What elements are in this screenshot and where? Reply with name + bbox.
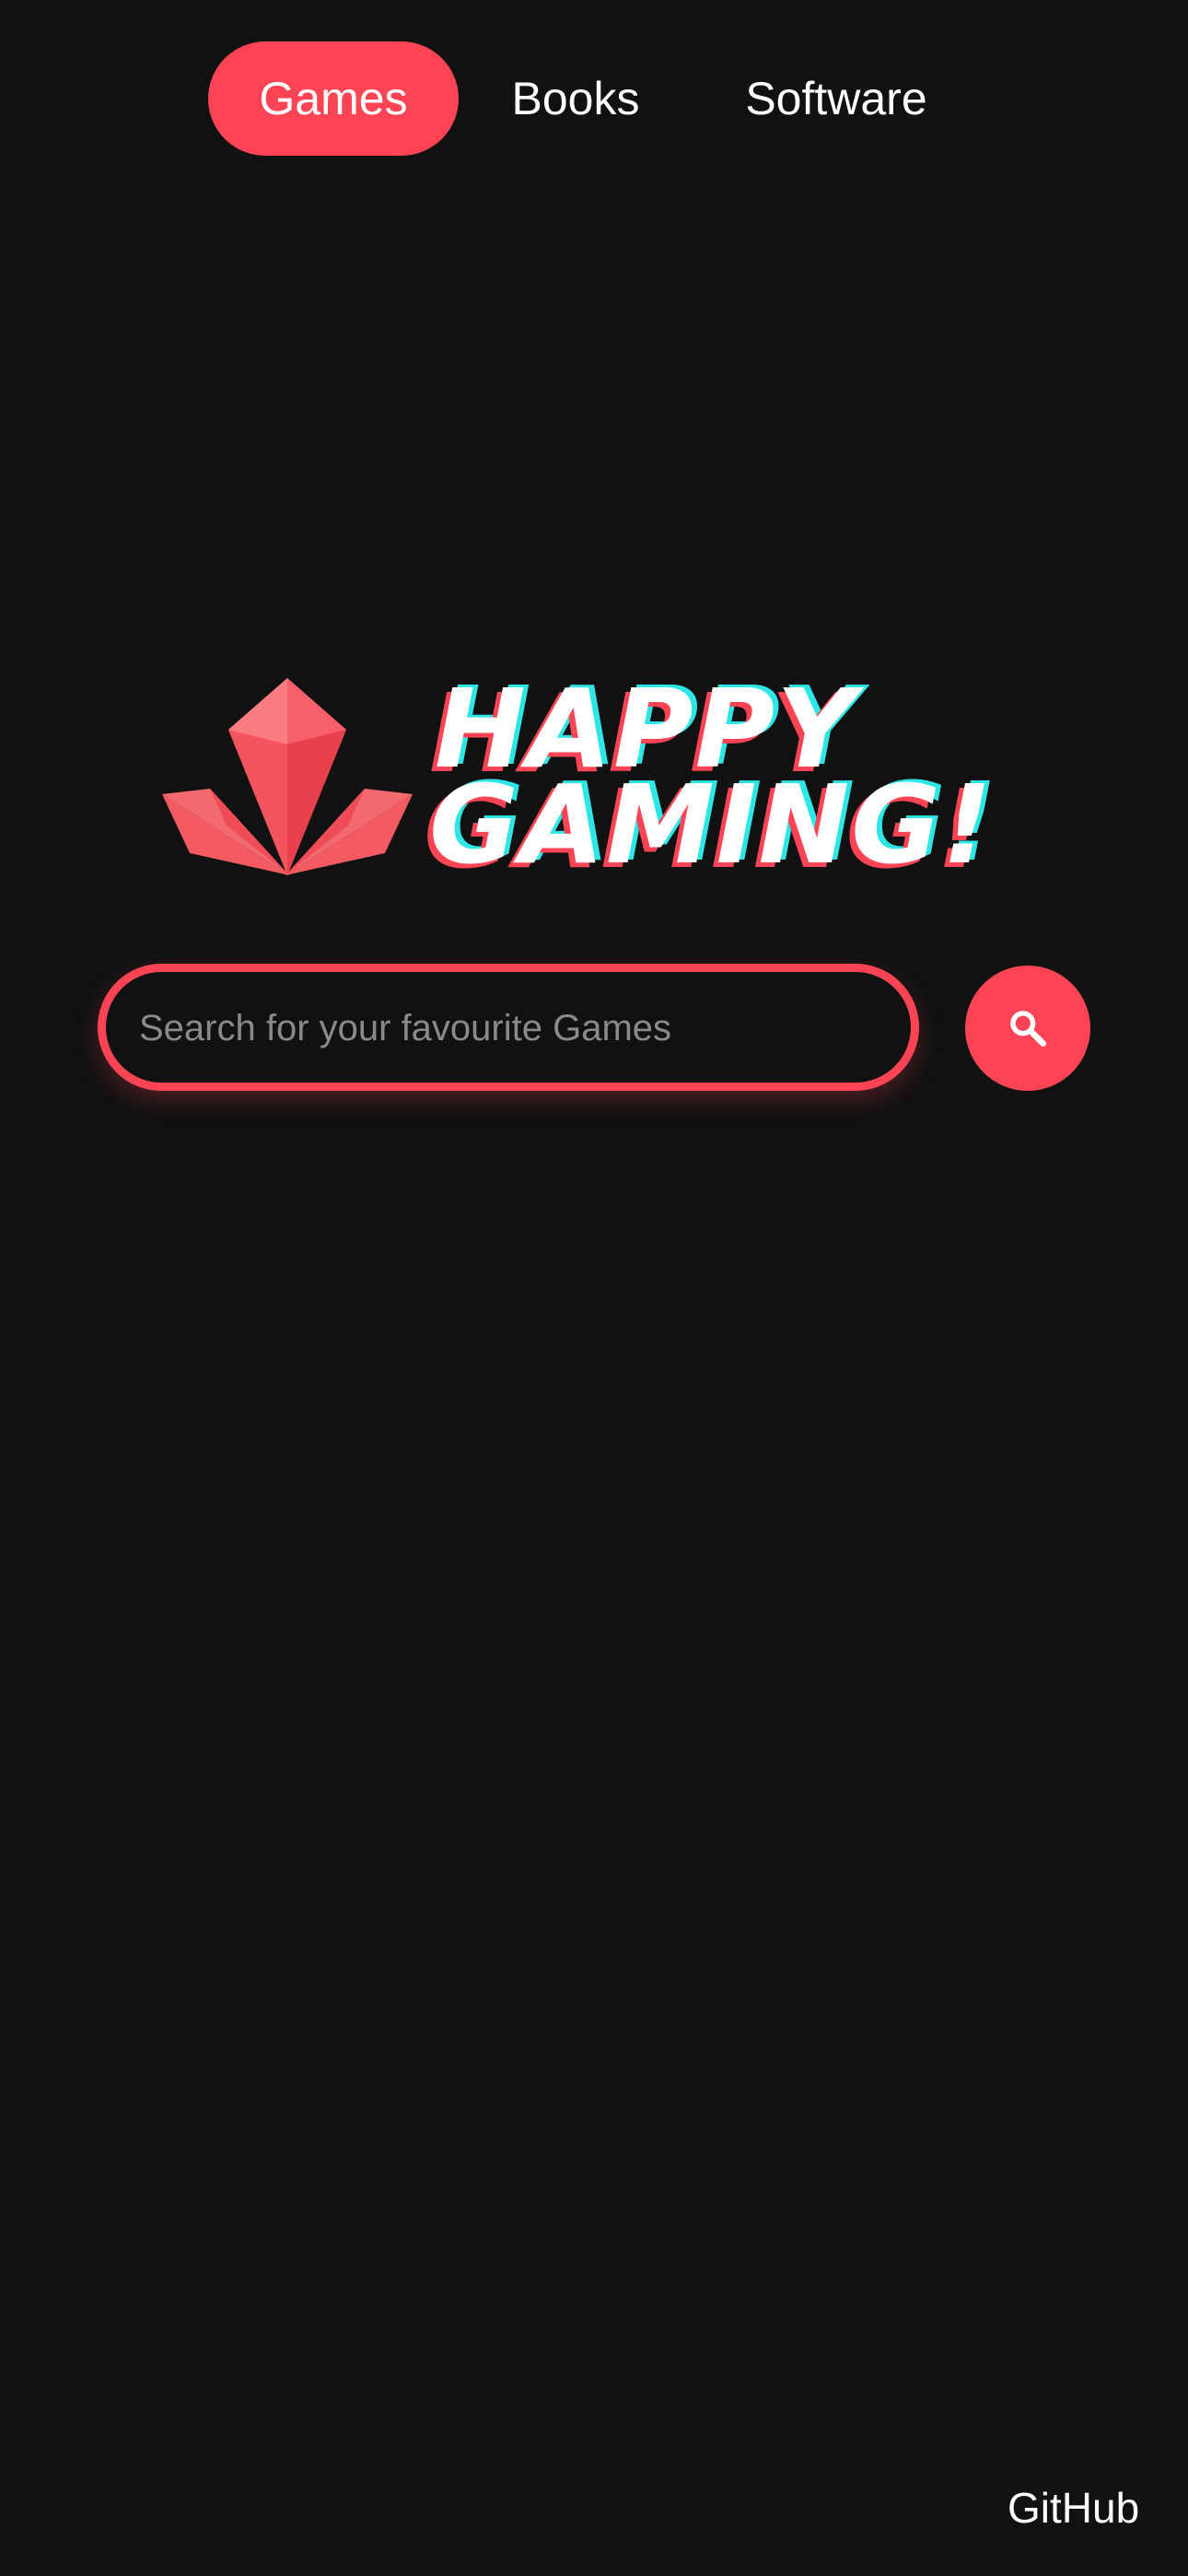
search-button[interactable] [965,966,1090,1091]
tab-games[interactable]: Games [208,41,459,156]
logo-wordmark-line2: GAMING! [429,761,994,888]
crystal-logo-icon [162,678,413,875]
search-icon [1010,1011,1046,1047]
category-nav: Games Books Software [208,41,980,156]
logo-wordmark: HAPPY GAMING! [429,674,1028,890]
search-box [98,964,919,1091]
search-input[interactable] [137,972,878,1084]
tab-books[interactable]: Books [459,41,693,156]
tab-software[interactable]: Software [693,41,980,156]
logo: HAPPY GAMING! [162,674,1028,890]
github-link[interactable]: GitHub [1007,2478,1139,2537]
